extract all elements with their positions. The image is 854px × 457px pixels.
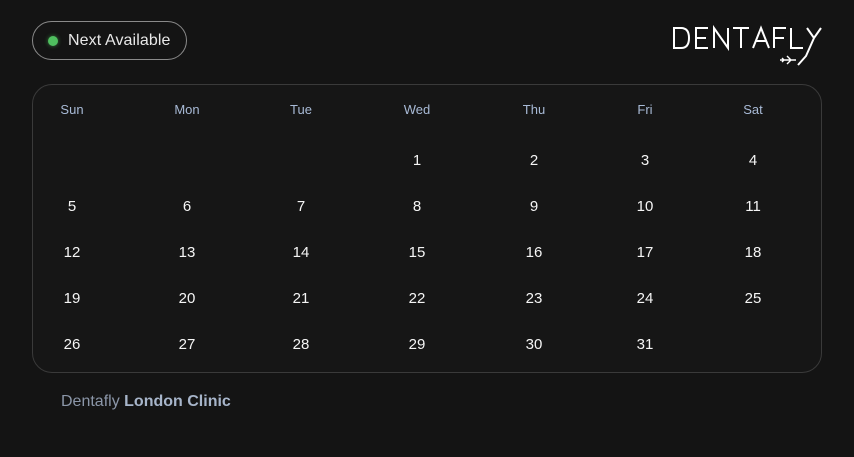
calendar-day[interactable]: 3 (635, 150, 655, 171)
clinic-caption: Dentafly London Clinic (61, 393, 231, 411)
next-available-button[interactable]: Next Available (32, 21, 187, 60)
calendar-day[interactable]: 13 (173, 242, 202, 263)
calendar-day[interactable]: 25 (739, 288, 768, 309)
weekday-fri: Fri (637, 102, 653, 117)
calendar-day[interactable]: 8 (407, 196, 427, 217)
calendar-day[interactable]: 24 (631, 288, 660, 309)
airplane-icon (780, 55, 796, 65)
calendar-day[interactable]: 2 (524, 150, 544, 171)
calendar-day[interactable]: 26 (58, 334, 87, 355)
calendar-day[interactable]: 15 (403, 242, 432, 263)
status-dot-icon (48, 35, 58, 46)
calendar-day[interactable]: 28 (287, 334, 316, 355)
calendar-day[interactable]: 23 (520, 288, 549, 309)
weekday-wed: Wed (403, 102, 431, 117)
calendar-day[interactable]: 31 (631, 334, 660, 355)
calendar-day[interactable]: 5 (62, 196, 82, 217)
calendar-day[interactable]: 22 (403, 288, 432, 309)
calendar-day[interactable]: 30 (520, 334, 549, 355)
weekday-mon: Mon (174, 102, 200, 117)
calendar-day[interactable]: 16 (520, 242, 549, 263)
calendar-day[interactable]: 29 (403, 334, 432, 355)
calendar-day[interactable]: 6 (177, 196, 197, 217)
clinic-name: London Clinic (124, 393, 231, 410)
calendar-day[interactable]: 9 (524, 196, 544, 217)
calendar-day[interactable]: 27 (173, 334, 202, 355)
calendar-day[interactable]: 1 (407, 150, 427, 171)
calendar-day[interactable]: 11 (739, 196, 767, 217)
calendar-day[interactable]: 17 (631, 242, 660, 263)
weekday-sun: Sun (60, 102, 84, 117)
weekday-tue: Tue (290, 102, 312, 117)
calendar-day[interactable]: 10 (631, 196, 660, 217)
calendar-day[interactable]: 19 (58, 288, 87, 309)
calendar-day[interactable]: 12 (58, 242, 87, 263)
brand-name: Dentafly (61, 393, 120, 410)
next-available-label: Next Available (68, 31, 171, 49)
calendar-day[interactable]: 14 (287, 242, 316, 263)
calendar-day[interactable]: 7 (291, 196, 311, 217)
calendar-day[interactable]: 18 (739, 242, 768, 263)
weekday-sat: Sat (743, 102, 763, 117)
weekday-thu: Thu (522, 102, 546, 117)
dentafly-logo (670, 22, 826, 70)
calendar-grid: Sun Mon Tue Wed Thu Fri Sat 1 2 3 4 5 6 … (32, 84, 822, 373)
calendar-day[interactable]: 21 (287, 288, 316, 309)
calendar-day[interactable]: 4 (743, 150, 763, 171)
calendar-day[interactable]: 20 (173, 288, 202, 309)
